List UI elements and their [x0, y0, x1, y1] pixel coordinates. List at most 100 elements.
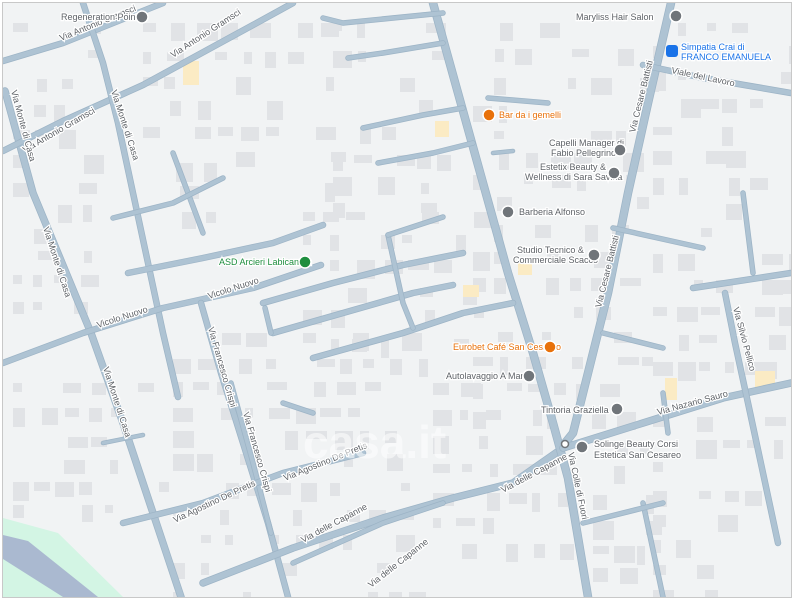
map-canvas[interactable]: Via Antonio Gramsci Via Antonio Gramsci …	[2, 2, 792, 598]
building	[159, 482, 169, 492]
building	[473, 357, 493, 366]
shop-icon[interactable]	[613, 143, 627, 157]
poi-label: Capelli Manager di	[549, 138, 624, 148]
building	[494, 278, 506, 294]
building	[206, 212, 216, 223]
building	[699, 362, 710, 371]
building	[460, 410, 468, 420]
building	[314, 382, 326, 397]
building	[653, 127, 672, 135]
building	[433, 518, 441, 528]
building	[494, 131, 504, 139]
building	[68, 437, 88, 448]
building	[574, 307, 583, 318]
building	[421, 183, 429, 194]
building	[173, 408, 193, 422]
building	[13, 275, 22, 284]
building	[421, 203, 437, 213]
street-map[interactable]: Via Antonio Gramsci Via Antonio Gramsci …	[3, 3, 791, 597]
building	[143, 23, 156, 32]
shop-icon[interactable]	[575, 440, 589, 454]
building	[390, 359, 402, 375]
building	[419, 359, 428, 377]
shop-icon[interactable]	[610, 402, 624, 416]
poi-regeneration-point[interactable]: Regeneration Point	[60, 10, 149, 24]
highlighted-building	[665, 378, 677, 400]
poi-label: Maryliss Hair Salon	[576, 12, 654, 22]
building	[593, 495, 607, 510]
building	[244, 52, 252, 64]
building	[13, 23, 28, 32]
shop-icon[interactable]	[607, 166, 621, 180]
sport-icon[interactable]	[298, 255, 312, 269]
poi-eurobet-cafe[interactable]: Eurobet Café San Cesareo	[452, 340, 562, 354]
building	[676, 540, 691, 558]
cart-icon[interactable]	[666, 45, 678, 57]
shop-icon[interactable]	[501, 205, 515, 219]
building	[378, 177, 395, 195]
building	[340, 359, 352, 374]
shop-icon[interactable]	[522, 369, 536, 383]
building	[558, 493, 568, 507]
building	[241, 127, 259, 141]
building	[697, 417, 713, 432]
building	[337, 382, 356, 395]
building	[762, 280, 783, 295]
building	[246, 333, 267, 347]
building	[389, 592, 402, 597]
cup-icon[interactable]	[543, 340, 557, 354]
poi-label: Commerciale Scacco	[513, 255, 598, 265]
building	[288, 52, 304, 64]
building	[317, 359, 335, 367]
building	[532, 493, 540, 512]
building	[678, 254, 695, 271]
building	[678, 362, 696, 381]
building	[222, 333, 241, 345]
building	[220, 510, 229, 525]
building	[779, 307, 791, 326]
building	[84, 251, 92, 263]
cup-icon[interactable]	[482, 108, 496, 122]
building	[333, 177, 352, 196]
building	[303, 212, 315, 221]
building	[333, 155, 343, 171]
building	[681, 99, 701, 118]
poi-asd-arcieri-labicanum[interactable]: ASD Arcieri Labicanum	[218, 255, 313, 269]
building	[269, 408, 290, 419]
shop-icon[interactable]	[135, 10, 149, 24]
building	[33, 275, 42, 287]
shop-icon[interactable]	[669, 9, 683, 23]
building	[486, 410, 501, 420]
intersection-marker-icon	[560, 439, 570, 449]
poi-capelli-manager[interactable]: Capelli Manager di Fabio Pellegrino	[548, 137, 627, 159]
building	[701, 99, 719, 109]
building	[774, 440, 783, 459]
building	[173, 359, 191, 374]
building	[13, 383, 22, 392]
poi-autolavaggio[interactable]: Autolavaggio A Mano	[445, 369, 536, 383]
building	[789, 254, 791, 271]
building	[642, 357, 653, 366]
building	[600, 384, 620, 397]
building	[593, 568, 608, 582]
building	[434, 260, 452, 273]
building	[769, 335, 786, 350]
building	[301, 483, 317, 502]
building	[762, 254, 783, 265]
building	[330, 235, 339, 251]
building	[285, 431, 298, 450]
building	[781, 72, 791, 84]
building	[653, 462, 663, 472]
building	[110, 460, 118, 474]
building	[554, 383, 566, 395]
building	[236, 152, 255, 167]
shop-icon[interactable]	[587, 248, 601, 262]
building	[325, 183, 335, 202]
building	[42, 408, 58, 425]
building	[498, 332, 513, 342]
building	[58, 205, 72, 223]
building	[560, 544, 574, 560]
building	[363, 359, 374, 368]
building	[473, 252, 490, 271]
building	[540, 23, 560, 38]
